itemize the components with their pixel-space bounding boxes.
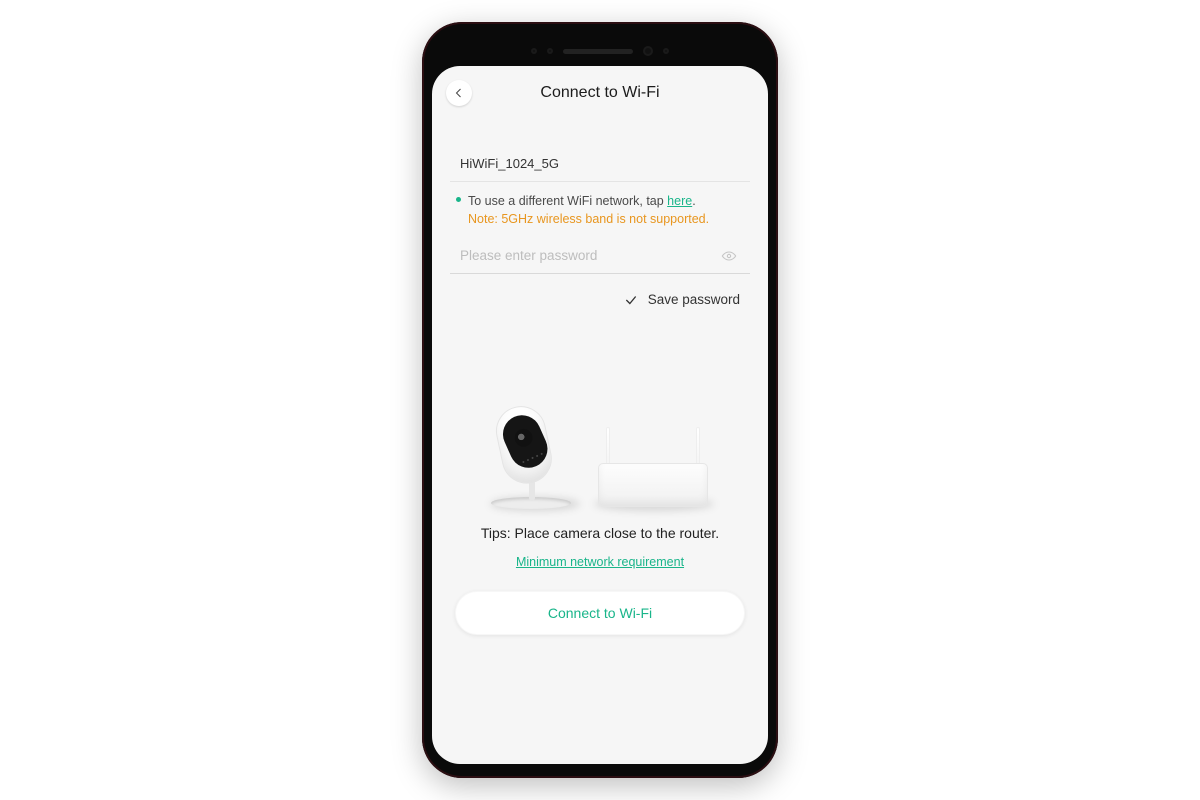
connect-button-label: Connect to Wi-Fi xyxy=(548,605,652,621)
back-button[interactable] xyxy=(446,80,472,106)
eye-icon xyxy=(718,248,740,264)
wifi-ssid-value: HiWiFi_1024_5G xyxy=(460,156,559,171)
wifi-hint-line: To use a different WiFi network, tap her… xyxy=(468,192,740,210)
toggle-password-visibility[interactable] xyxy=(718,248,740,264)
tips-text: Tips: Place camera close to the router. xyxy=(450,525,750,541)
phone-screen: Connect to Wi-Fi HiWiFi_1024_5G To use a… xyxy=(432,66,768,764)
speaker-slot xyxy=(563,49,633,54)
chevron-left-icon xyxy=(453,87,465,99)
password-field-row xyxy=(450,246,750,274)
app-root: Connect to Wi-Fi HiWiFi_1024_5G To use a… xyxy=(432,66,768,764)
wifi-hint-period: . xyxy=(692,194,695,208)
router-graphic xyxy=(598,463,708,507)
save-password-row[interactable]: Save password xyxy=(450,292,750,307)
wifi-hint: To use a different WiFi network, tap her… xyxy=(450,182,750,228)
wifi-hint-text: To use a different WiFi network, tap xyxy=(468,194,667,208)
check-icon xyxy=(624,293,638,307)
sensor-dot xyxy=(531,48,537,54)
connect-button[interactable]: Connect to Wi-Fi xyxy=(455,591,745,635)
phone-frame: Connect to Wi-Fi HiWiFi_1024_5G To use a… xyxy=(422,22,778,778)
front-camera xyxy=(643,46,653,56)
wifi-ssid-field[interactable]: HiWiFi_1024_5G xyxy=(450,156,750,182)
password-input[interactable] xyxy=(460,246,710,265)
wifi-5ghz-note: Note: 5GHz wireless band is not supporte… xyxy=(468,210,740,228)
sensor-dot xyxy=(663,48,669,54)
sensor-dot xyxy=(547,48,553,54)
camera-router-illustration xyxy=(450,335,750,515)
page-title: Connect to Wi-Fi xyxy=(450,84,750,102)
save-password-label: Save password xyxy=(648,292,740,307)
change-wifi-link[interactable]: here xyxy=(667,194,692,208)
minimum-network-requirement-link[interactable]: Minimum network requirement xyxy=(450,555,750,569)
phone-earpiece xyxy=(531,46,669,56)
